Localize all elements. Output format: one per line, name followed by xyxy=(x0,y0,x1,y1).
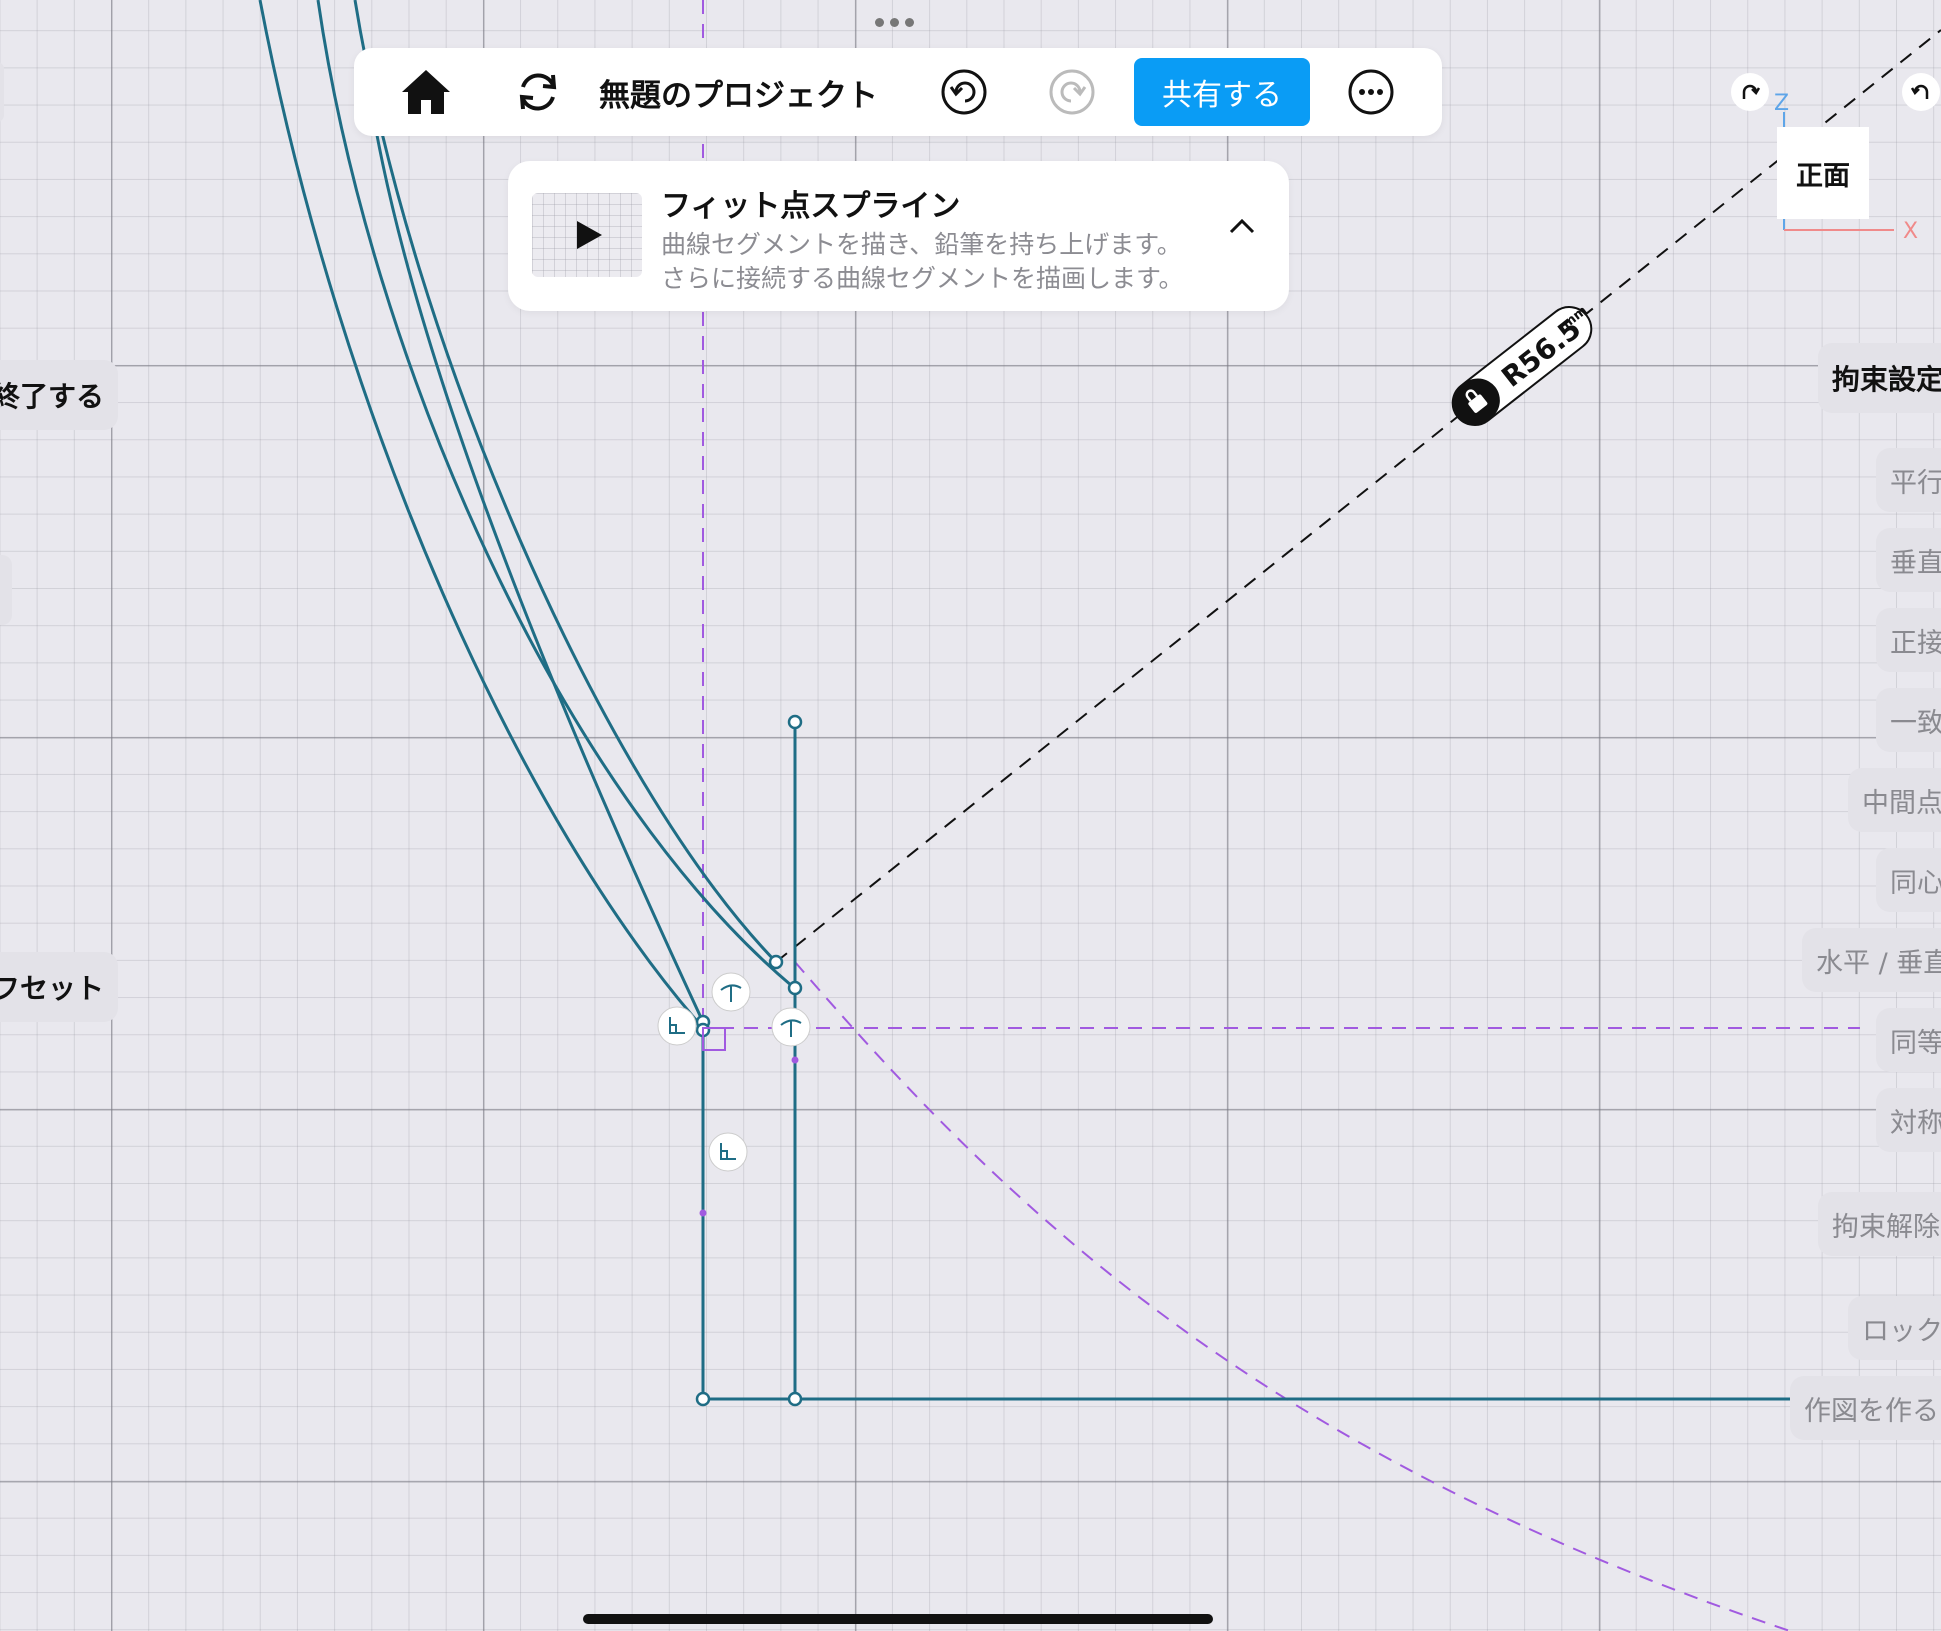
midpoint-marker xyxy=(699,1209,707,1217)
constraint-horizontal-vertical-button[interactable]: 水平 / 垂直 xyxy=(1802,928,1941,992)
left-panel-tab[interactable] xyxy=(0,555,12,625)
sketch-point xyxy=(768,954,784,970)
tip-description-line-2: さらに接続する曲線セグメントを描画します。 xyxy=(661,264,1184,293)
project-title[interactable]: 無題のプロジェクト xyxy=(599,70,878,115)
share-button[interactable]: 共有する xyxy=(1134,58,1310,126)
constraint-badge-tangent[interactable] xyxy=(771,1007,811,1047)
view-cube-front[interactable]: 正面 xyxy=(1777,127,1869,219)
radius-dimension-label[interactable]: R56.5 mm xyxy=(1444,296,1603,434)
sync-icon[interactable] xyxy=(508,62,568,122)
sketch-point xyxy=(787,980,803,996)
sketch-point xyxy=(787,1391,803,1407)
rotate-view-ccw-icon[interactable] xyxy=(1902,73,1940,111)
toolbar-grabber[interactable] xyxy=(875,18,925,30)
home-indicator xyxy=(583,1614,1213,1624)
finish-button[interactable]: 終了する xyxy=(0,360,118,430)
make-construction-button[interactable]: 作図を作る xyxy=(1790,1376,1941,1440)
play-icon xyxy=(577,221,602,249)
left-panel-tab[interactable] xyxy=(0,62,4,122)
tip-description-line-1: 曲線セグメントを描き、鉛筆を持ち上げます。 xyxy=(661,230,1182,259)
constraint-badge-perpendicular[interactable] xyxy=(708,1132,748,1172)
collapse-chevron-icon[interactable] xyxy=(1228,216,1256,240)
redo-icon[interactable] xyxy=(1042,62,1102,122)
home-icon[interactable] xyxy=(396,62,456,122)
constraint-parallel-button[interactable]: 平行 xyxy=(1876,448,1941,512)
more-options-icon[interactable] xyxy=(1341,62,1401,122)
view-axis-z-label: Z xyxy=(1774,91,1789,116)
constraint-badge-tangent[interactable] xyxy=(711,972,751,1012)
sketch-point xyxy=(787,714,803,730)
tip-video-thumbnail[interactable] xyxy=(532,193,642,277)
constraint-symmetric-button[interactable]: 対称 xyxy=(1876,1088,1941,1152)
construction-arc xyxy=(794,961,1791,1631)
midpoint-marker xyxy=(791,1056,799,1064)
constraint-coincident-button[interactable]: 一致 xyxy=(1876,688,1941,752)
constraint-tangent-button[interactable]: 正接 xyxy=(1876,608,1941,672)
constraint-concentric-button[interactable]: 同心 xyxy=(1876,848,1941,912)
unconstrain-button[interactable]: 拘束解除 xyxy=(1818,1192,1941,1256)
lock-button[interactable]: ロック xyxy=(1848,1296,1941,1360)
constraint-equal-button[interactable]: 同等 xyxy=(1876,1008,1941,1072)
constraint-perpendicular-button[interactable]: 垂直 xyxy=(1876,528,1941,592)
tool-tip-card: フィット点スプライン 曲線セグメントを描き、鉛筆を持ち上げます。 さらに接続する… xyxy=(508,161,1289,311)
undo-icon[interactable] xyxy=(934,62,994,122)
spline-curve-2 xyxy=(316,0,793,988)
top-toolbar: 無題のプロジェクト 共有する xyxy=(354,48,1442,136)
offset-button[interactable]: フセット xyxy=(0,952,118,1022)
rotate-view-cw-icon[interactable] xyxy=(1731,73,1769,111)
tip-title: フィット点スプライン xyxy=(661,189,961,224)
constraint-midpoint-button[interactable]: 中間点 xyxy=(1848,768,1941,832)
constraint-badge-perpendicular[interactable] xyxy=(657,1006,697,1046)
constraints-title-button[interactable]: 拘束設定 xyxy=(1818,343,1941,413)
view-axis-x-label: X xyxy=(1903,219,1918,244)
spline-curve-3 xyxy=(353,0,778,964)
sketch-point xyxy=(695,1391,711,1407)
